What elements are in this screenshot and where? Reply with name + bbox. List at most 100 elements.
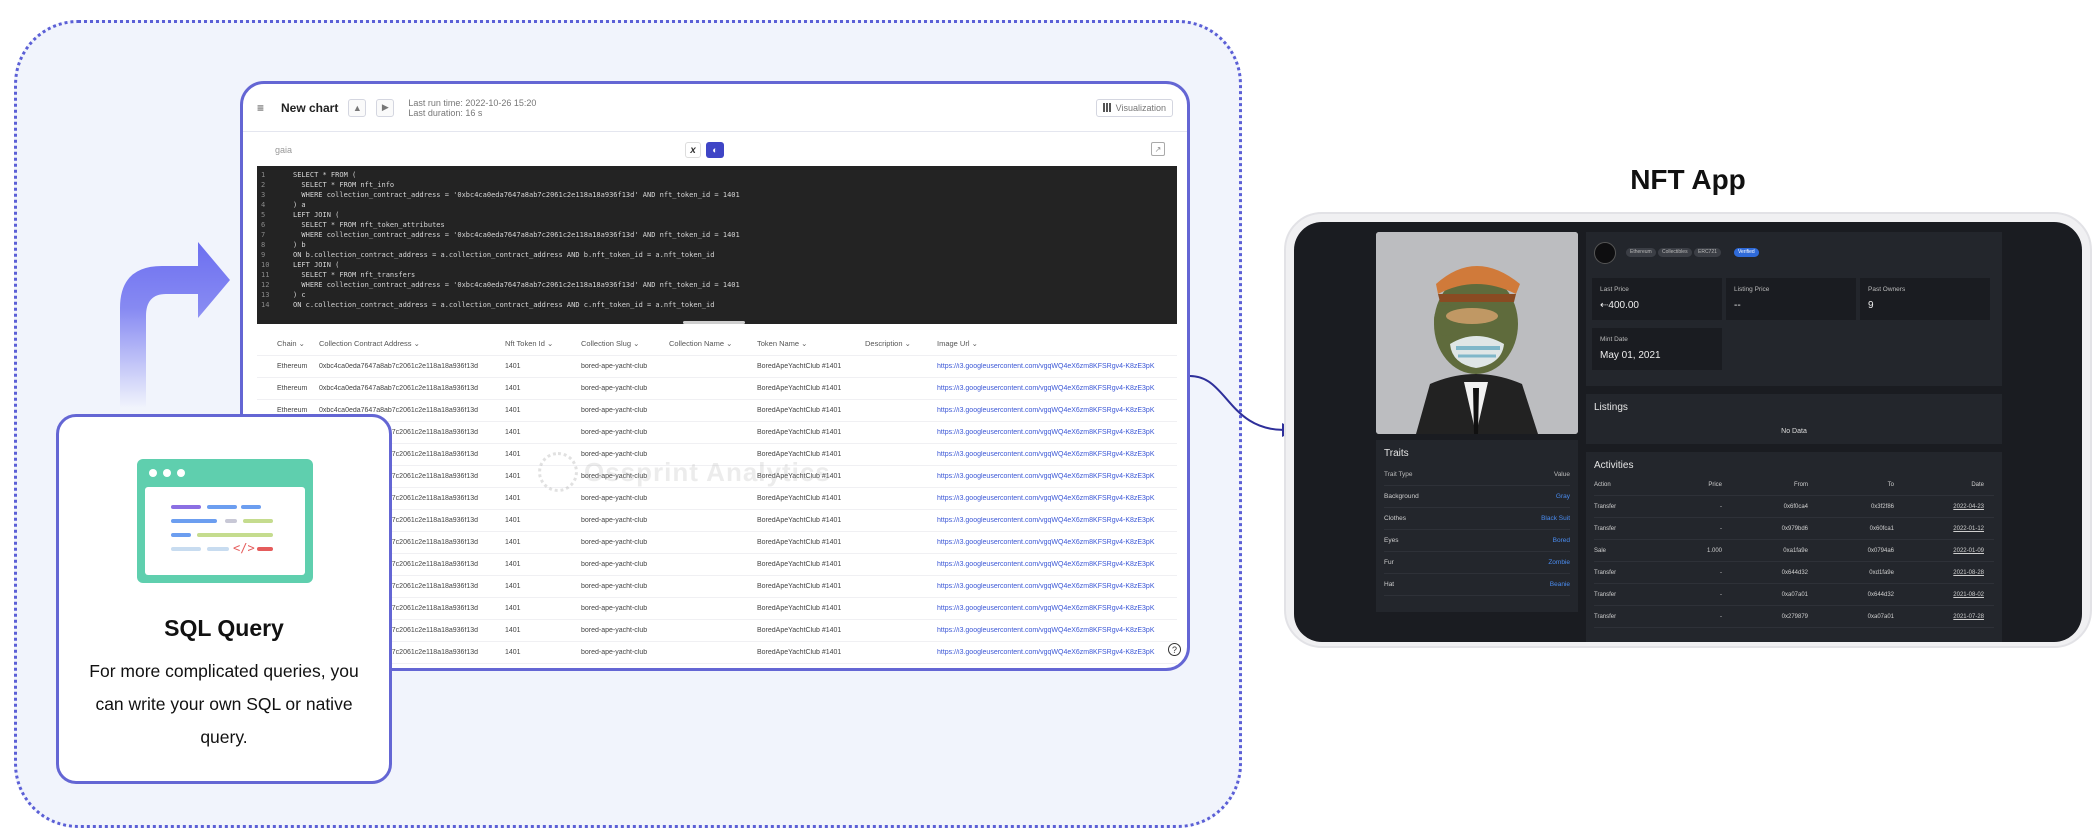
column-header[interactable]: Collection Name ⌄ bbox=[663, 339, 751, 348]
activity-cell[interactable]: 2022-04-23 bbox=[1894, 504, 1984, 510]
tag-pill: Collectibles bbox=[1658, 248, 1692, 257]
trait-type: Fur bbox=[1384, 559, 1394, 566]
sql-code-editor[interactable]: 1 SELECT * FROM (2 SELECT * FROM nft_info… bbox=[257, 166, 1177, 324]
code-line: 1 SELECT * FROM ( bbox=[257, 170, 1177, 180]
table-cell[interactable]: https://i3.googleusercontent.com/vgqWQ4e… bbox=[931, 451, 1177, 458]
trait-value[interactable]: Bored bbox=[1553, 537, 1570, 544]
table-cell: 1401 bbox=[505, 363, 521, 370]
table-cell: bored-ape-yacht-club bbox=[581, 627, 648, 634]
code-text: ON b.collection_contract_address = a.col… bbox=[293, 251, 715, 259]
activity-cell[interactable]: 2022-01-09 bbox=[1894, 548, 1984, 554]
table-cell: BoredApeYachtClub #1401 bbox=[757, 627, 842, 634]
trait-value[interactable]: Black Suit bbox=[1541, 515, 1570, 522]
nft-app-title: NFT App bbox=[1630, 164, 1746, 195]
table-cell: bored-ape-yacht-club bbox=[581, 385, 648, 392]
activity-cell[interactable]: 2022-01-12 bbox=[1894, 526, 1984, 532]
activity-cell[interactable]: 2021-07-28 bbox=[1894, 614, 1984, 620]
activity-cell[interactable]: 2021-08-28 bbox=[1894, 570, 1984, 576]
trait-value[interactable]: Gray bbox=[1556, 493, 1570, 500]
table-cell[interactable]: https://i3.googleusercontent.com/vgqWQ4e… bbox=[931, 495, 1177, 502]
table-cell[interactable]: https://i3.googleusercontent.com/vgqWQ4e… bbox=[931, 429, 1177, 436]
table-cell[interactable]: https://i3.googleusercontent.com/vgqWQ4e… bbox=[931, 517, 1177, 524]
table-cell[interactable]: https://i3.googleusercontent.com/vgqWQ4e… bbox=[931, 583, 1177, 590]
theme-toggle-icon[interactable]: ◐ bbox=[706, 142, 724, 158]
activity-cell: 0x60fca1 bbox=[1869, 525, 1894, 532]
code-text: ON c.collection_contract_address = a.col… bbox=[293, 301, 715, 309]
table-cell: BoredApeYachtClub #1401 bbox=[757, 363, 842, 370]
help-icon[interactable]: ? bbox=[1168, 643, 1181, 656]
table-cell[interactable]: https://i3.googleusercontent.com/vgqWQ4e… bbox=[931, 363, 1177, 370]
column-header[interactable]: Collection Slug ⌄ bbox=[575, 339, 663, 348]
traits-header: Trait Type Value bbox=[1384, 464, 1570, 486]
table-cell: 1401 bbox=[505, 429, 521, 436]
column-header[interactable]: Description ⌄ bbox=[859, 339, 931, 348]
svg-text:</>: </> bbox=[233, 541, 255, 555]
table-cell: 1401 bbox=[505, 517, 521, 524]
table-cell: BoredApeYachtClub #1401 bbox=[757, 429, 842, 436]
trait-row: Background Gray bbox=[1384, 486, 1570, 508]
table-cell: 1401 bbox=[505, 407, 521, 414]
line-number: 11 bbox=[261, 271, 270, 279]
table-cell[interactable]: https://i3.googleusercontent.com/vgqWQ4e… bbox=[931, 407, 1177, 414]
run-icon[interactable]: ▶ bbox=[376, 98, 395, 117]
table-cell: BoredApeYachtClub #1401 bbox=[757, 517, 842, 524]
line-number: 8 bbox=[261, 241, 266, 249]
column-header[interactable]: Collection Contract Address ⌄ bbox=[313, 339, 499, 348]
activity-cell: Transfer bbox=[1594, 613, 1617, 620]
table-cell: 1401 bbox=[505, 561, 521, 568]
collection-avatar bbox=[1594, 242, 1616, 264]
line-number: 12 bbox=[261, 281, 270, 289]
activity-row: Sale 1.000 0xa1fa9e 0x0794a6 2022-01-09 bbox=[1594, 540, 1994, 562]
up-right-arrow-icon bbox=[120, 242, 230, 408]
code-line: 2 SELECT * FROM nft_info bbox=[257, 180, 1177, 190]
code-line: 4) a bbox=[257, 200, 1177, 210]
activity-cell: 0xa1fa9e bbox=[1783, 547, 1808, 554]
tag-pill: ERC721 bbox=[1694, 248, 1721, 257]
ape-illustration-icon bbox=[1376, 232, 1578, 434]
table-cell[interactable]: https://i3.googleusercontent.com/vgqWQ4e… bbox=[931, 539, 1177, 546]
activity-cell: 0x3f2f86 bbox=[1870, 503, 1894, 510]
trait-value[interactable]: Beanie bbox=[1550, 581, 1570, 588]
table-cell: BoredApeYachtClub #1401 bbox=[757, 495, 842, 502]
activity-cell: 1.000 bbox=[1706, 547, 1722, 554]
stat-label: Listing Price bbox=[1734, 286, 1770, 293]
table-cell[interactable]: https://i3.googleusercontent.com/vgqWQ4e… bbox=[931, 385, 1177, 392]
activity-cell[interactable]: 2021-08-02 bbox=[1894, 592, 1984, 598]
table-cell: bored-ape-yacht-club bbox=[581, 583, 648, 590]
menu-icon[interactable]: ≡ bbox=[257, 101, 271, 115]
activity-cell: Transfer bbox=[1594, 569, 1617, 576]
table-cell[interactable]: https://i3.googleusercontent.com/vgqWQ4e… bbox=[931, 649, 1177, 656]
trait-row: Clothes Black Suit bbox=[1384, 508, 1570, 530]
code-line: 10 LEFT JOIN ( bbox=[257, 260, 1177, 270]
mint-date-box: Mint Date May 01, 2021 bbox=[1592, 328, 1722, 370]
column-header[interactable]: Token Name ⌄ bbox=[751, 339, 859, 348]
column-header[interactable]: Nft Token Id ⌄ bbox=[499, 339, 575, 348]
table-cell: 1401 bbox=[505, 385, 521, 392]
table-cell[interactable]: https://i3.googleusercontent.com/vgqWQ4e… bbox=[931, 627, 1177, 634]
code-line: 13) c bbox=[257, 290, 1177, 300]
table-cell[interactable]: https://i3.googleusercontent.com/vgqWQ4e… bbox=[931, 605, 1177, 612]
activity-cell: 0x644d32 bbox=[1867, 591, 1894, 598]
table-cell: BoredApeYachtClub #1401 bbox=[757, 407, 842, 414]
expand-icon[interactable]: ↗ bbox=[1151, 142, 1165, 156]
activity-header: To bbox=[1887, 481, 1894, 488]
table-cell[interactable]: https://i3.googleusercontent.com/vgqWQ4e… bbox=[931, 561, 1177, 568]
stat-value: -- bbox=[1734, 300, 1741, 311]
editor-scrollbar[interactable] bbox=[683, 321, 745, 324]
code-text: LEFT JOIN ( bbox=[293, 261, 340, 269]
chart-icon[interactable]: ▲ bbox=[348, 98, 367, 117]
column-header[interactable]: Chain ⌄ bbox=[257, 339, 313, 348]
stat-box: Listing Price -- bbox=[1726, 278, 1856, 320]
column-header[interactable]: Image Url ⌄ bbox=[931, 339, 1177, 348]
activity-cell: 0x6f0ca4 bbox=[1783, 503, 1808, 510]
table-cell: 0xbc4ca0eda7647a8ab7c2061c2e118a18a936f1… bbox=[319, 385, 479, 392]
nft-app-screen: Traits Trait Type Value Background Gray Clot… bbox=[1294, 222, 2082, 642]
table-cell: BoredApeYachtClub #1401 bbox=[757, 385, 842, 392]
trait-row: Fur Zombie bbox=[1384, 552, 1570, 574]
database-selector[interactable]: gaia bbox=[275, 145, 292, 155]
visualization-button[interactable]: Visualization bbox=[1095, 98, 1173, 117]
variable-icon[interactable]: x bbox=[685, 142, 701, 158]
trait-value[interactable]: Zombie bbox=[1548, 559, 1570, 566]
table-cell[interactable]: https://i3.googleusercontent.com/vgqWQ4e… bbox=[931, 473, 1177, 480]
code-line: 12 WHERE collection_contract_address = '… bbox=[257, 280, 1177, 290]
